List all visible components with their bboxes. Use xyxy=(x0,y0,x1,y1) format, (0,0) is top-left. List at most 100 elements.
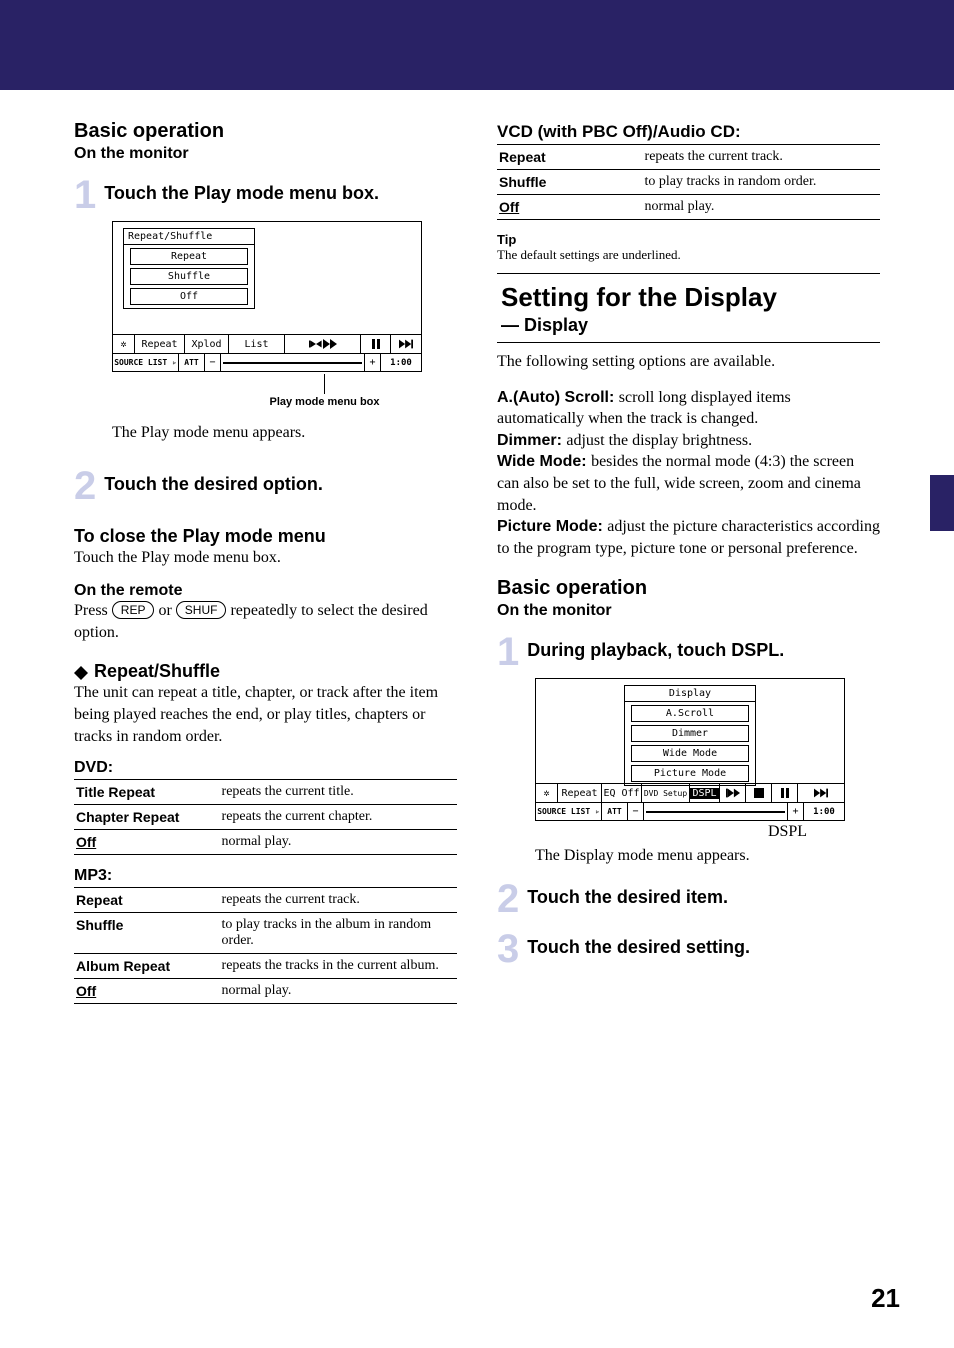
toolbar-repeat: Repeat xyxy=(135,335,185,353)
right-step-number-3: 3 xyxy=(497,931,519,967)
step-1-row: 1 Touch the Play mode menu box. xyxy=(74,177,457,213)
table-title-mp3: MP3: xyxy=(74,867,457,888)
right-step-1-text: During playback, touch DSPL. xyxy=(527,640,784,661)
dropdown-item-wide: Wide Mode xyxy=(631,745,749,762)
table-title-vcd: VCD (with PBC Off)/Audio CD: xyxy=(497,122,880,145)
key-title-repeat: Title Repeat xyxy=(74,780,220,805)
dropdown-header: Repeat/Shuffle xyxy=(124,229,254,245)
dropdown-display: Display A.Scroll Dimmer Wide Mode Pictur… xyxy=(624,685,756,786)
callout-label: Play mode menu box xyxy=(269,396,379,408)
repeat-shuffle-label: Repeat/Shuffle xyxy=(94,661,220,682)
box-subtitle: — Display xyxy=(501,315,876,336)
key-album-repeat: Album Repeat xyxy=(74,954,220,979)
table-row: Album Repeatrepeats the tracks in the cu… xyxy=(74,954,457,979)
val-shuffle-vcd: to play tracks in random order. xyxy=(643,170,880,195)
table-row: Shuffleto play tracks in random order. xyxy=(497,170,880,195)
next-track-icon xyxy=(391,335,421,353)
dropdown-item-ascroll: A.Scroll xyxy=(631,705,749,722)
after-figure-text: The Play mode menu appears. xyxy=(112,422,457,444)
val-album-repeat: repeats the tracks in the current album. xyxy=(220,954,457,979)
prev-track-icon xyxy=(285,335,361,353)
monitor-top-area: Repeat/Shuffle Repeat Shuffle Off xyxy=(113,222,421,334)
key-repeat: Repeat xyxy=(74,888,220,913)
callout-dspl: DSPL xyxy=(695,823,880,841)
dropdown-repeat-shuffle: Repeat/Shuffle Repeat Shuffle Off xyxy=(123,228,255,309)
subhead-on-monitor: On the monitor xyxy=(74,145,457,163)
section-box-display: Setting for the Display — Display xyxy=(497,273,880,343)
minus-icon: − xyxy=(628,803,644,820)
callout-line xyxy=(324,374,325,394)
minus-icon: − xyxy=(205,354,221,371)
prev-track-icon xyxy=(720,784,746,802)
right-monitor: Display A.Scroll Dimmer Wide Mode Pictur… xyxy=(535,678,845,821)
key-off-mp3: Off xyxy=(74,979,220,1004)
plus-icon: + xyxy=(788,803,804,820)
avail-text: The following setting options are availa… xyxy=(497,351,880,373)
dropdown-display-header: Display xyxy=(625,686,755,702)
keycap-rep: REP xyxy=(112,601,155,619)
right-step-1-row: 1 During playback, touch DSPL. xyxy=(497,634,880,670)
right-step-3-text: Touch the desired setting. xyxy=(527,937,750,958)
table-row: Chapter Repeatrepeats the current chapte… xyxy=(74,805,457,830)
figure-right-monitor: Display A.Scroll Dimmer Wide Mode Pictur… xyxy=(535,678,880,841)
callout-play-mode-box: Play mode menu box xyxy=(192,374,457,408)
pause-icon xyxy=(361,335,391,353)
key-chapter-repeat: Chapter Repeat xyxy=(74,805,220,830)
right-step-3-row: 3 Touch the desired setting. xyxy=(497,931,880,967)
att-button: ATT xyxy=(602,803,628,820)
att-button: ATT xyxy=(179,354,205,371)
heading-basic-op-right: Basic operation xyxy=(497,577,880,600)
diamond-icon xyxy=(74,659,88,673)
dvd-table: Title Repeatrepeats the current title. C… xyxy=(74,780,457,855)
source-list-button: SOURCE LIST ▹ xyxy=(536,803,602,820)
subhead-on-remote: On the remote xyxy=(74,582,457,600)
remote-pre: Press xyxy=(74,602,112,619)
val-off-mp3: normal play. xyxy=(220,979,457,1004)
right-step-number-1: 1 xyxy=(497,634,519,670)
remote-or: or xyxy=(154,602,175,619)
plus-icon: + xyxy=(365,354,381,371)
repeat-shuffle-body: The unit can repeat a title, chapter, or… xyxy=(74,682,457,747)
dropdown-item-repeat: Repeat xyxy=(130,248,248,265)
next-track-icon xyxy=(798,784,844,802)
dropdown-item-dimmer: Dimmer xyxy=(631,725,749,742)
after-figure-text-right: The Display mode menu appears. xyxy=(535,845,880,867)
stop-icon xyxy=(746,784,772,802)
key-off-vcd: Off xyxy=(497,195,643,220)
step-number-1: 1 xyxy=(74,177,96,213)
val-repeat: repeats the current track. xyxy=(220,888,457,913)
step-number-2: 2 xyxy=(74,468,96,504)
side-tab xyxy=(930,475,954,531)
val-chapter-repeat: repeats the current chapter. xyxy=(220,805,457,830)
time-display: 1:00 xyxy=(804,803,844,820)
progress-bar xyxy=(221,354,365,371)
vcd-table: Repeatrepeats the current track. Shuffle… xyxy=(497,145,880,220)
table-row: Offnormal play. xyxy=(497,195,880,220)
toolbar-repeat: Repeat xyxy=(558,784,602,802)
heading-repeat-shuffle: Repeat/Shuffle xyxy=(74,661,457,682)
table-row: Title Repeatrepeats the current title. xyxy=(74,780,457,805)
heading-basic-operation: Basic operation xyxy=(74,120,457,143)
page: Basic operation On the monitor 1 Touch t… xyxy=(0,0,954,1348)
gear-icon: ✲ xyxy=(536,784,558,802)
table-row: Shuffleto play tracks in the album in ra… xyxy=(74,913,457,954)
key-shuffle-vcd: Shuffle xyxy=(497,170,643,195)
toolbar-dvdsetup: DVD Setup xyxy=(642,784,690,802)
monitor-toolbar: ✲ Repeat Xplod List xyxy=(113,334,421,353)
source-list-button: SOURCE LIST ▹ xyxy=(113,354,179,371)
right-step-number-2: 2 xyxy=(497,881,519,917)
header-band xyxy=(0,0,954,90)
content-columns: Basic operation On the monitor 1 Touch t… xyxy=(74,120,880,1288)
table-row: Repeatrepeats the current track. xyxy=(497,145,880,170)
right-column: VCD (with PBC Off)/Audio CD: Repeatrepea… xyxy=(497,120,880,1288)
table-title-dvd: DVD: xyxy=(74,759,457,780)
mp3-table: Repeatrepeats the current track. Shuffle… xyxy=(74,888,457,1004)
toolbar-xplod: Xplod xyxy=(185,335,229,353)
callout-label-dspl: DSPL xyxy=(768,823,807,841)
toolbar-list: List xyxy=(229,335,285,353)
table-row: Offnormal play. xyxy=(74,830,457,855)
left-column: Basic operation On the monitor 1 Touch t… xyxy=(74,120,457,1288)
heading-close-menu: To close the Play mode menu xyxy=(74,526,457,547)
val-off-vcd: normal play. xyxy=(643,195,880,220)
key-shuffle: Shuffle xyxy=(74,913,220,954)
